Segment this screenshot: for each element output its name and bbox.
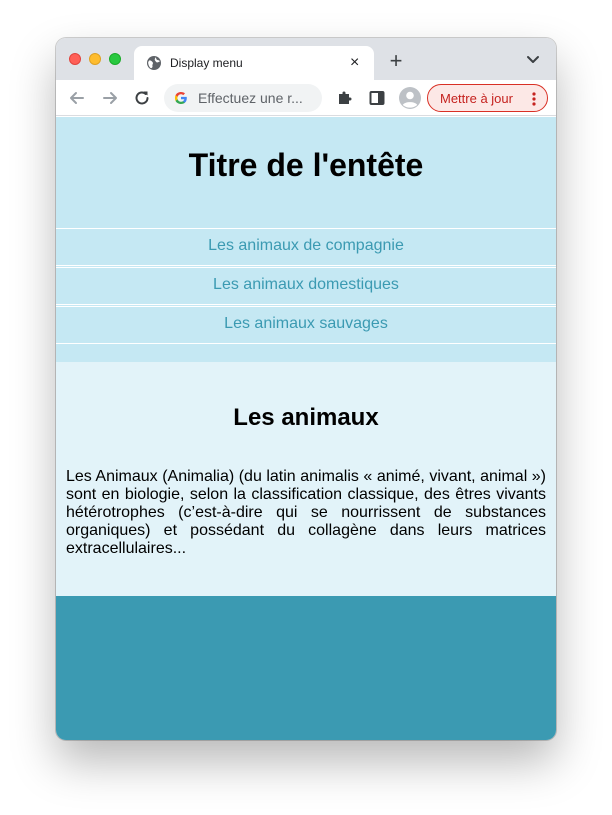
window-maximize-button[interactable]	[109, 53, 121, 65]
reload-icon[interactable]	[132, 88, 152, 108]
chevron-down-icon[interactable]	[524, 53, 542, 67]
address-bar[interactable]: Effectuez une r...	[164, 84, 322, 112]
side-panel-icon[interactable]	[367, 88, 387, 108]
page-title: Titre de l'entête	[188, 147, 424, 183]
address-bar-text: Effectuez une r...	[198, 90, 303, 106]
page-header: Titre de l'entête Les animaux de compagn…	[56, 117, 556, 362]
update-button-label: Mettre à jour	[440, 91, 513, 106]
profile-avatar-icon[interactable]	[399, 87, 421, 109]
page-footer	[56, 596, 556, 740]
update-button[interactable]: Mettre à jour	[427, 84, 548, 112]
more-vertical-icon[interactable]	[532, 92, 536, 106]
browser-window: Display menu × + Effectuez une r... Mett…	[56, 38, 556, 740]
puzzle-icon[interactable]	[335, 88, 355, 108]
section-title: Les animaux	[233, 404, 379, 431]
window-minimize-button[interactable]	[89, 53, 101, 65]
tab-close-icon[interactable]: ×	[350, 53, 359, 73]
tab-display-menu[interactable]: Display menu ×	[134, 46, 374, 80]
globe-icon	[147, 56, 161, 70]
tab-title: Display menu	[170, 56, 243, 70]
window-close-button[interactable]	[69, 53, 81, 65]
new-tab-button[interactable]: +	[384, 50, 408, 75]
nav-link-domestic-animals[interactable]: Les animaux domestiques	[56, 267, 556, 305]
page-viewport: Titre de l'entête Les animaux de compagn…	[56, 117, 556, 740]
google-g-icon	[174, 92, 187, 104]
tab-strip: Display menu × +	[56, 38, 556, 80]
nav-link-wild-animals[interactable]: Les animaux sauvages	[56, 306, 556, 344]
main-content: Les animaux Les Animaux (Animalia) (du l…	[56, 362, 556, 596]
forward-arrow-icon[interactable]	[100, 88, 120, 108]
back-arrow-icon[interactable]	[67, 88, 87, 108]
section-paragraph: Les Animaux (Animalia) (du latin animali…	[66, 468, 546, 557]
browser-toolbar: Effectuez une r... Mettre à jour	[56, 80, 556, 116]
nav-link-companion-animals[interactable]: Les animaux de compagnie	[56, 228, 556, 266]
